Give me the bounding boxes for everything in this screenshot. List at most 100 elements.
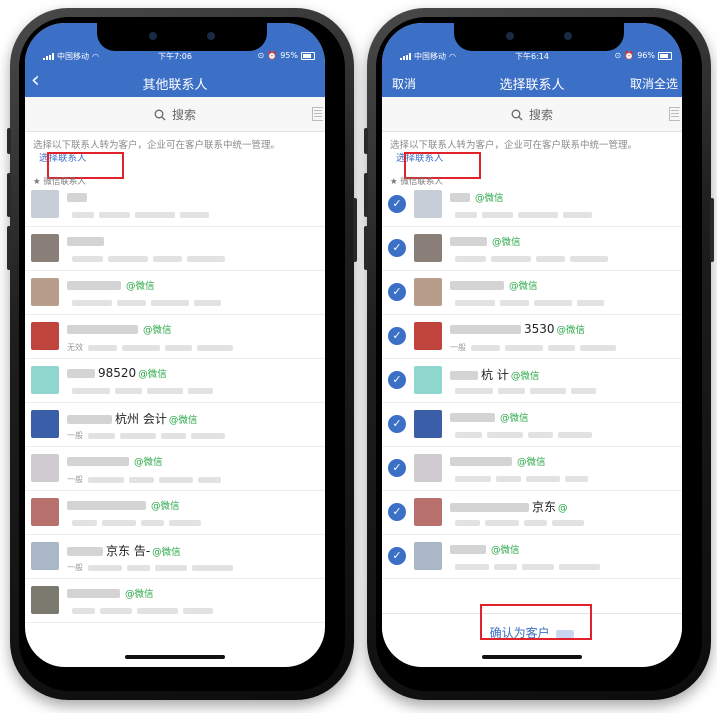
search-field[interactable]: 搜索 [382, 106, 682, 123]
lock-icon: ⊙ [257, 51, 265, 60]
check-icon[interactable]: ✓ [388, 283, 406, 301]
camera-icon [506, 32, 514, 40]
blurred-detail [165, 344, 192, 351]
contact-row[interactable]: ✓ 京东 @ [382, 491, 682, 535]
blurred-detail [485, 519, 519, 526]
check-icon[interactable]: ✓ [388, 195, 406, 213]
alarm-icon: ⏰ [624, 51, 635, 60]
blurred-detail [526, 475, 560, 482]
notch [454, 23, 624, 51]
contact-name [67, 190, 92, 204]
blurred-name [450, 457, 512, 466]
avatar [31, 366, 59, 394]
contact-row[interactable]: @微信 [25, 579, 325, 623]
contact-row[interactable]: 杭州 会计 @微信 一般 [25, 403, 325, 447]
blurred-name [67, 547, 103, 556]
check-icon[interactable]: ✓ [388, 415, 406, 433]
check-icon[interactable]: ✓ [388, 547, 406, 565]
contact-row[interactable]: ✓ @微信 [382, 183, 682, 227]
blurred-detail [487, 431, 523, 438]
blurred-detail [455, 475, 491, 482]
home-indicator[interactable] [125, 655, 225, 659]
contact-subline [67, 298, 226, 307]
contact-row[interactable]: @微信一般 [25, 447, 325, 491]
contact-name-text: 京东 告- [106, 544, 151, 558]
blurred-detail [552, 519, 584, 526]
contact-row[interactable]: 京东 告- @微信 一般 [25, 535, 325, 579]
contact-row[interactable]: ✓ @微信 [382, 271, 682, 315]
volume-down-button [364, 226, 368, 270]
check-icon[interactable]: ✓ [388, 371, 406, 389]
deselect-all-button[interactable]: 取消全选 [630, 75, 678, 92]
contact-list: ✓ @微信 ✓ @微信 ✓ @微信 ✓ 3530 @微信 一般 ✓ 杭 计 @微信 ✓ @微信 ✓ @微信 ✓ 京东… [382, 183, 682, 579]
contact-subline [67, 518, 206, 527]
blurred-detail [577, 299, 604, 306]
contact-row[interactable] [25, 227, 325, 271]
avatar [31, 498, 59, 526]
blurred-detail [72, 255, 103, 262]
blurred-detail [155, 564, 187, 571]
contact-name: @微信 [450, 278, 538, 292]
contact-name-text: 98520 [98, 366, 137, 380]
blurred-detail [580, 344, 616, 351]
blurred-detail [482, 211, 513, 218]
contact-row[interactable]: @微信 [25, 491, 325, 535]
contact-row[interactable]: ✓ 3530 @微信 一般 [382, 315, 682, 359]
blurred-name [67, 589, 120, 598]
blurred-detail [122, 344, 160, 351]
contact-row[interactable] [25, 183, 325, 227]
blurred-detail [197, 344, 233, 351]
contact-row[interactable]: ✓ @微信 [382, 403, 682, 447]
alarm-icon: ⏰ [267, 51, 278, 60]
avatar [31, 454, 59, 482]
contact-name: @微信 [67, 454, 163, 468]
blurred-name [67, 325, 138, 334]
wechat-tag: @微信 [509, 281, 538, 292]
contact-row[interactable]: @微信 [25, 271, 325, 315]
check-icon[interactable]: ✓ [388, 327, 406, 345]
home-indicator[interactable] [482, 655, 582, 659]
contact-row[interactable]: ✓ @微信 [382, 535, 682, 579]
blurred-detail [455, 299, 495, 306]
contact-subline [67, 210, 214, 219]
avatar [31, 542, 59, 570]
contact-name [67, 234, 109, 248]
list-menu-icon[interactable] [312, 107, 323, 121]
search-field[interactable]: 搜索 [25, 106, 325, 123]
blurred-detail [153, 255, 182, 262]
status-right: ⊙ ⏰ 95% [258, 51, 315, 60]
blurred-detail [455, 211, 477, 218]
blurred-name [450, 281, 504, 290]
search-bar[interactable]: 搜索 [382, 97, 682, 132]
contact-subline: 一般 [450, 342, 621, 353]
blurred-detail [147, 387, 183, 394]
blurred-name [450, 193, 470, 202]
blurred-name [67, 501, 146, 510]
contact-row[interactable]: ✓ 杭 计 @微信 [382, 359, 682, 403]
battery-icon [301, 51, 315, 60]
phone-left: 中国移动 ◠ 下午7:06 ⊙ ⏰ 95% ‹ 其他联系人 搜索 选择以下联系人… [7, 8, 357, 700]
contact-row[interactable]: ✓ @微信 [382, 227, 682, 271]
contact-name: 杭州 会计 @微信 [67, 410, 197, 427]
blurred-name [450, 413, 495, 422]
contact-name-text: 3530 [524, 322, 555, 336]
contact-list: @微信 @微信 无效 98520 @微信 杭州 会计 @微信 一般 @微信 一般 @微信 京东 告- @… [25, 183, 325, 623]
volume-down-button [7, 226, 11, 270]
contact-name: @微信 [67, 278, 155, 292]
contact-row[interactable]: 98520 @微信 [25, 359, 325, 403]
contact-name: @微信 [450, 410, 529, 424]
check-icon[interactable]: ✓ [388, 459, 406, 477]
hint-message: 选择以下联系人转为客户，企业可在客户联系中统一管理。 [33, 140, 281, 151]
avatar [31, 234, 59, 262]
blurred-detail [137, 607, 178, 614]
contact-subline [450, 562, 605, 571]
sensor-icon [207, 32, 215, 40]
search-bar[interactable]: 搜索 [25, 97, 325, 132]
contact-row[interactable]: ✓ @微信 [382, 447, 682, 491]
list-menu-icon[interactable] [669, 107, 680, 121]
contact-row[interactable]: @微信 无效 [25, 315, 325, 359]
check-icon[interactable]: ✓ [388, 239, 406, 257]
contact-name-text: 杭 计 [481, 368, 509, 382]
contact-subline: 一般 [67, 474, 226, 485]
check-icon[interactable]: ✓ [388, 503, 406, 521]
